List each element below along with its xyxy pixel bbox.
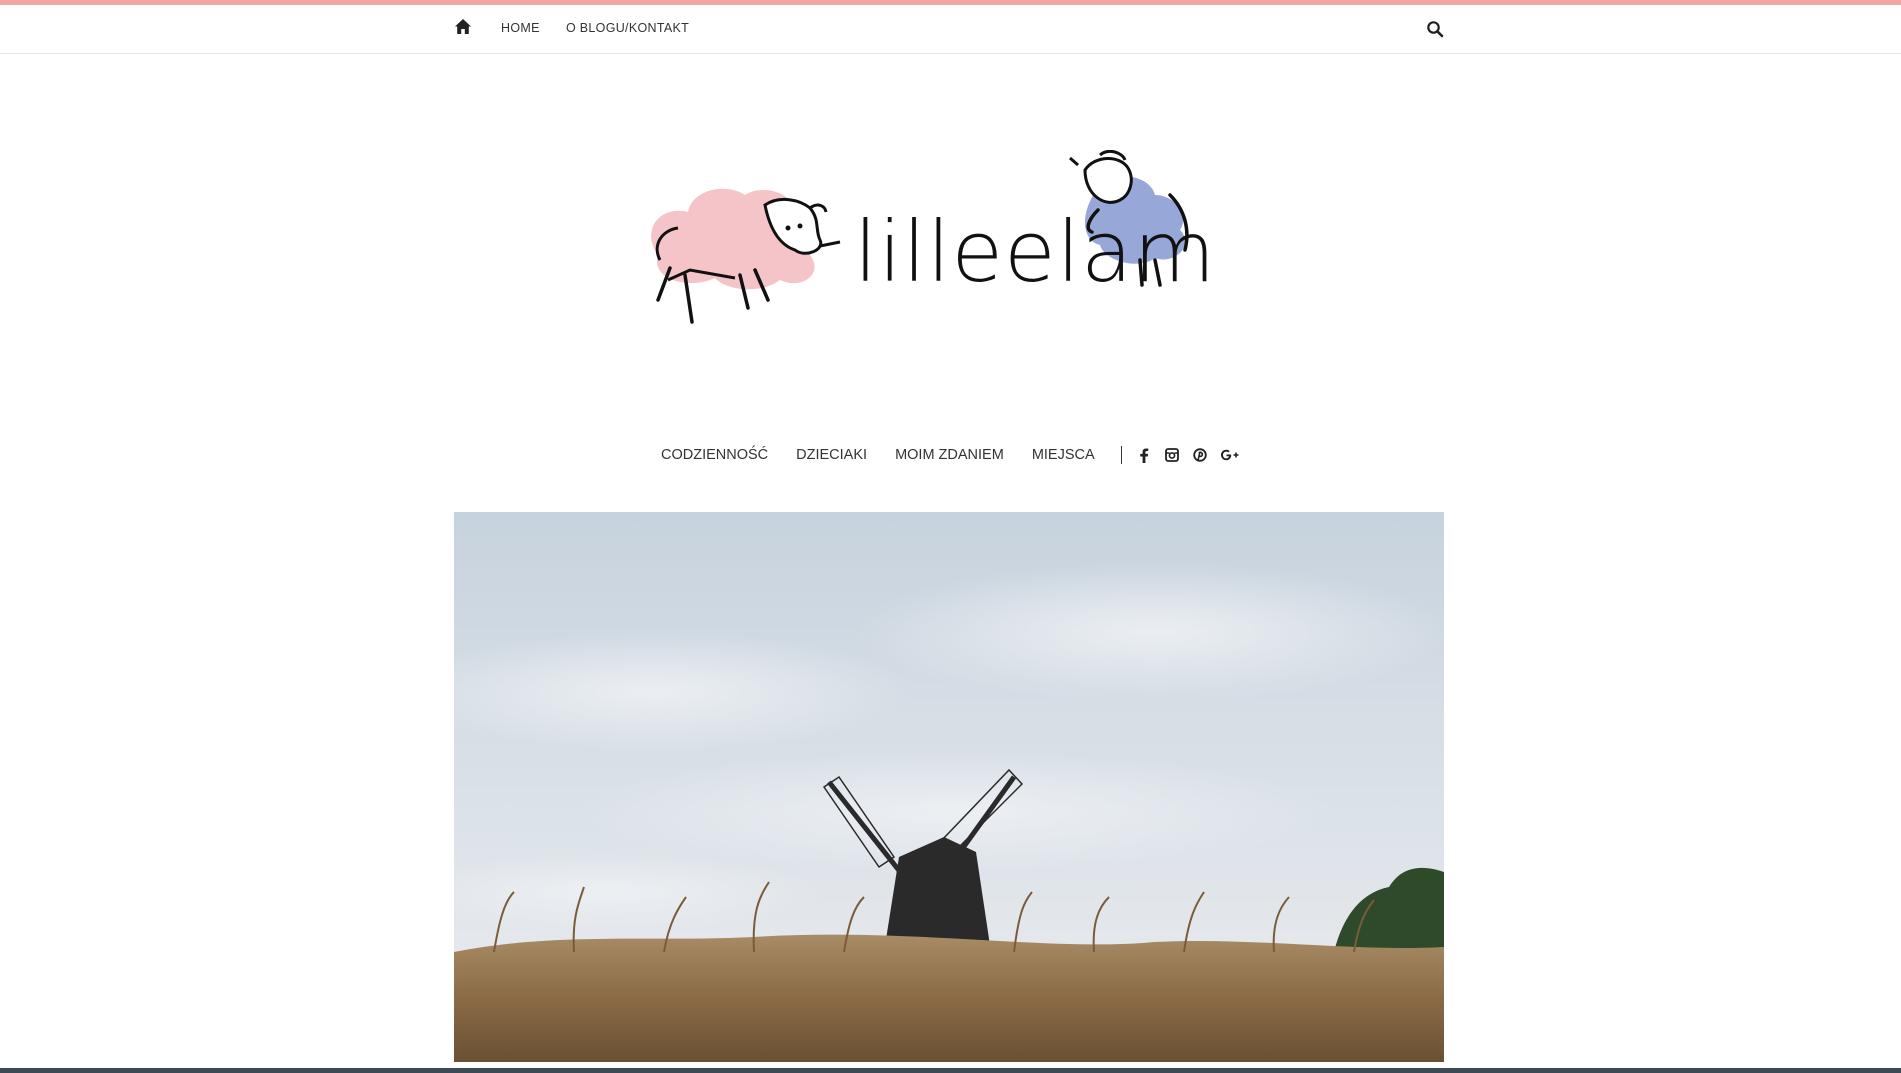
category-link-miejsca[interactable]: MIEJSCA [1032,447,1095,463]
facebook-icon[interactable] [1136,447,1152,463]
category-navigation: CODZIENNOŚĆ DZIECIAKI MOIM ZDANIEM MIEJS… [0,440,1901,470]
top-navigation: HOME O BLOGU/KONTAKT [0,5,1901,54]
home-icon[interactable] [454,18,472,36]
nav-divider [1120,446,1122,464]
logo-wordmark: lilleelam [854,203,1217,301]
pinterest-icon[interactable] [1192,447,1208,463]
category-link-moim-zdaniem[interactable]: MOIM ZDANIEM [895,447,1004,463]
windmill-photo [454,562,1444,1062]
search-icon[interactable] [1426,20,1444,38]
nav-link-about-contact[interactable]: O BLOGU/KONTAKT [566,21,689,35]
page-bottom-edge [0,1068,1901,1073]
category-link-dzieciaki[interactable]: DZIECIAKI [796,447,867,463]
category-link-codziennosc[interactable]: CODZIENNOŚĆ [661,447,768,463]
google-plus-icon[interactable] [1220,447,1240,463]
site-logo[interactable]: lilleelam [630,149,1220,340]
hero-image[interactable] [454,512,1444,1062]
nav-link-home[interactable]: HOME [501,21,540,35]
instagram-icon[interactable] [1164,447,1180,463]
